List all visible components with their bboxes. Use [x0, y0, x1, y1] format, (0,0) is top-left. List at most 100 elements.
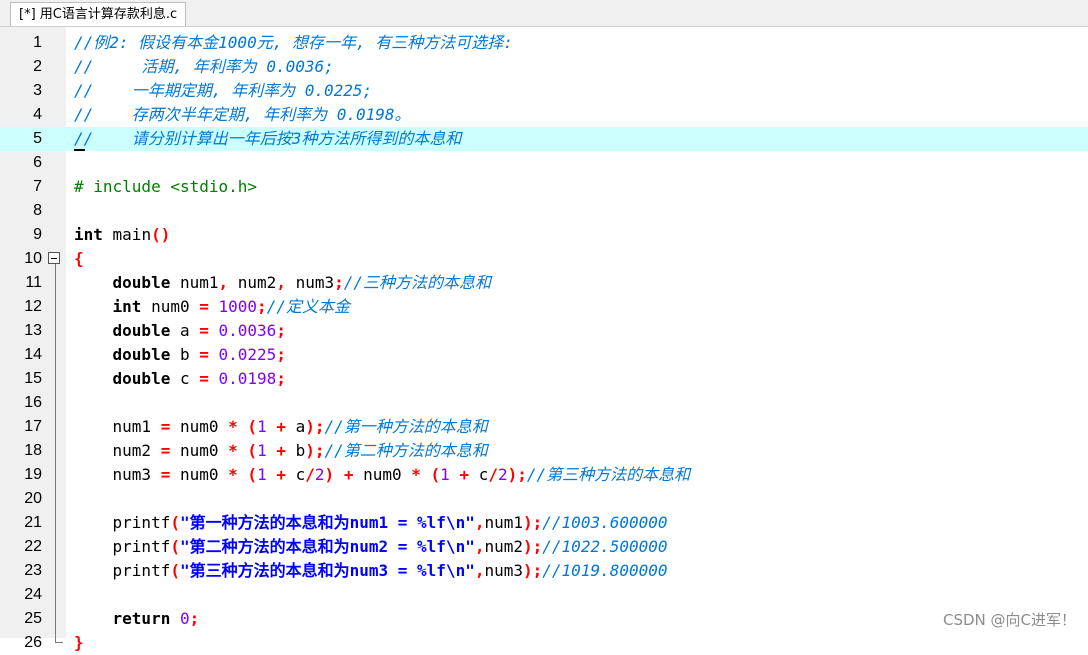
line-number: 23	[24, 562, 42, 579]
code-token: +	[276, 465, 286, 484]
code-token: b	[285, 441, 306, 460]
code-token: double	[112, 369, 171, 388]
code-token: 2	[314, 465, 325, 484]
code-line[interactable]: 6	[0, 151, 1088, 175]
code-token: //第三种方法的本息和	[526, 465, 691, 484]
code-text: }	[74, 631, 84, 655]
code-token: printf	[74, 537, 171, 556]
code-line-current[interactable]: 5 // 请分别计算出一年后按3种方法所得到的本息和	[0, 127, 1088, 151]
code-token: "第二种方法的本息和为num2 = %lf\n"	[179, 537, 475, 556]
code-token: c	[285, 465, 306, 484]
code-token: //例2: 假设有本金1000元, 想存一年, 有三种方法可选择:	[74, 33, 513, 52]
code-line[interactable]: 18 num2 = num0 * (1 + b);//第二种方法的本息和	[0, 439, 1088, 463]
code-text: double num1, num2, num3;//三种方法的本息和	[74, 271, 492, 295]
code-line[interactable]: 22 printf("第二种方法的本息和为num2 = %lf\n",num2)…	[0, 535, 1088, 559]
code-line[interactable]: 15 double c = 0.0198;	[0, 367, 1088, 391]
code-token: +	[276, 417, 286, 436]
line-number: 5	[33, 130, 42, 147]
code-line[interactable]: 19 num3 = num0 * (1 + c/2) + num0 * (1 +…	[0, 463, 1088, 487]
code-token: =	[160, 441, 171, 460]
code-line[interactable]: 9 int main()	[0, 223, 1088, 247]
code-line[interactable]: 16	[0, 391, 1088, 415]
code-line[interactable]: 1 //例2: 假设有本金1000元, 想存一年, 有三种方法可选择:	[0, 31, 1088, 55]
code-token: 1	[257, 417, 267, 436]
code-token: //1022.500000	[542, 537, 668, 556]
line-number: 10	[24, 250, 42, 267]
line-number: 8	[33, 202, 42, 219]
code-line[interactable]: 17 num1 = num0 * (1 + a);//第一种方法的本息和	[0, 415, 1088, 439]
code-line[interactable]: 12 int num0 = 1000;//定义本金	[0, 295, 1088, 319]
code-line[interactable]: 10 {	[0, 247, 1088, 271]
code-line[interactable]: 13 double a = 0.0036;	[0, 319, 1088, 343]
file-tab[interactable]: [*] 用C语言计算存款利息.c	[10, 2, 187, 26]
code-line[interactable]: 8	[0, 199, 1088, 223]
code-text: // 一年期定期, 年利率为 0.0225;	[74, 79, 372, 103]
code-line[interactable]: 26}	[0, 631, 1088, 655]
code-text: printf("第三种方法的本息和为num3 = %lf\n",num3);//…	[74, 559, 668, 583]
code-text: num3 = num0 * (1 + c/2) + num0 * (1 + c/…	[74, 463, 691, 487]
code-token: num0	[170, 441, 229, 460]
code-text: num1 = num0 * (1 + a);//第一种方法的本息和	[74, 415, 488, 439]
code-token: *	[228, 417, 238, 436]
code-text: # include <stdio.h>	[74, 175, 257, 199]
code-token: num3	[74, 465, 161, 484]
line-number: 2	[33, 58, 42, 75]
code-token: =	[160, 417, 171, 436]
code-token: num2	[484, 537, 524, 556]
code-line[interactable]: 3 // 一年期定期, 年利率为 0.0225;	[0, 79, 1088, 103]
code-line[interactable]: 25 return 0;	[0, 607, 1088, 631]
code-line[interactable]: 11 double num1, num2, num3;//三种方法的本息和	[0, 271, 1088, 295]
code-line[interactable]: 2 // 活期, 年利率为 0.0036;	[0, 55, 1088, 79]
code-token: =	[199, 321, 209, 340]
code-token: ;	[189, 609, 200, 628]
code-token: );	[305, 441, 325, 460]
code-token: =	[199, 369, 209, 388]
code-token: +	[343, 465, 354, 484]
code-text: num2 = num0 * (1 + b);//第二种方法的本息和	[74, 439, 488, 463]
line-number: 21	[24, 514, 42, 531]
code-text: int num0 = 1000;//定义本金	[74, 295, 350, 319]
code-token: num3	[285, 273, 335, 292]
code-token: (	[247, 417, 258, 436]
code-token: ;	[276, 369, 286, 388]
code-line[interactable]: 4 // 存两次半年定期, 年利率为 0.0198。	[0, 103, 1088, 127]
code-line[interactable]: 14 double b = 0.0225;	[0, 343, 1088, 367]
code-text: // 活期, 年利率为 0.0036;	[74, 55, 334, 79]
code-token: ()	[151, 225, 171, 244]
code-token: //第二种方法的本息和	[324, 441, 488, 460]
tab-bar: [*] 用C语言计算存款利息.c	[0, 0, 1088, 27]
code-editor[interactable]: 1 //例2: 假设有本金1000元, 想存一年, 有三种方法可选择: 2 // 活期…	[0, 27, 1088, 652]
code-text: return 0;	[74, 607, 200, 631]
code-line[interactable]: 20	[0, 487, 1088, 511]
code-token: 0.0198	[218, 369, 277, 388]
line-number: 24	[24, 586, 42, 603]
code-line[interactable]: 24	[0, 583, 1088, 607]
line-number: 9	[33, 226, 42, 243]
code-token: main	[102, 225, 152, 244]
code-token: int	[74, 225, 103, 244]
fold-collapse-icon[interactable]	[48, 252, 60, 264]
code-token: *	[228, 441, 238, 460]
line-number: 7	[33, 178, 42, 195]
code-token: // 活期, 年利率为 0.0036;	[74, 57, 334, 76]
code-text: // 请分别计算出一年后按3种方法所得到的本息和	[74, 127, 461, 151]
code-token: "第一种方法的本息和为num1 = %lf\n"	[179, 513, 475, 532]
line-number: 1	[33, 34, 42, 51]
line-number: 6	[33, 154, 42, 171]
code-line[interactable]: 7 # include <stdio.h>	[0, 175, 1088, 199]
code-line[interactable]: 23 printf("第三种方法的本息和为num3 = %lf\n",num3)…	[0, 559, 1088, 583]
code-token: {	[74, 249, 84, 268]
line-number: 3	[33, 82, 42, 99]
code-text: double a = 0.0036;	[74, 319, 286, 343]
code-token: 1	[257, 465, 267, 484]
code-token: ;	[257, 297, 267, 316]
code-line[interactable]: 21 printf("第一种方法的本息和为num1 = %lf\n",num1)…	[0, 511, 1088, 535]
code-token: *	[228, 465, 238, 484]
